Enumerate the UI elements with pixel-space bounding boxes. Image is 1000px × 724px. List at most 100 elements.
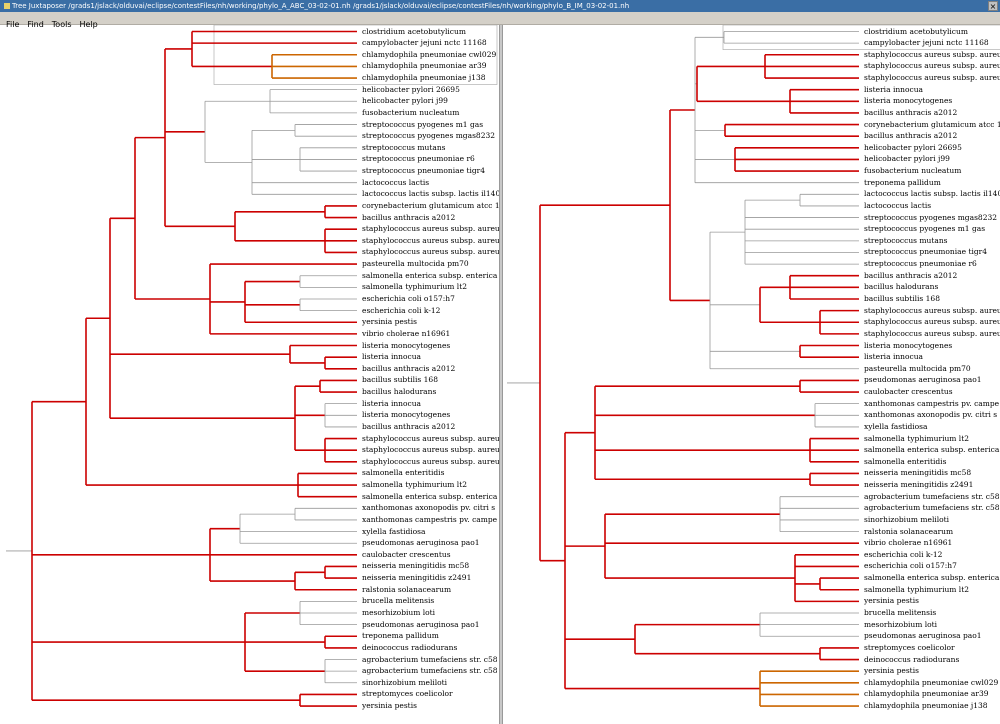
leaf-label[interactable]: caulobacter crescentus <box>864 387 953 397</box>
leaf-label[interactable]: staphylococcus aureus subsp. aureu <box>362 224 499 234</box>
leaf-label[interactable]: xylella fastidiosa <box>362 527 426 537</box>
leaf-label[interactable]: streptococcus pyogenes m1 gas <box>362 120 483 130</box>
leaf-label[interactable]: helicobacter pylori j99 <box>362 96 448 106</box>
leaf-label[interactable]: salmonella enterica subsp. enterica <box>864 573 999 583</box>
leaf-label[interactable]: bacillus anthracis a2012 <box>864 271 957 281</box>
leaf-label[interactable]: xanthomonas axonopodis pv. citri s <box>362 503 495 513</box>
leaf-label[interactable]: neisseria meningitidis z2491 <box>362 573 471 583</box>
leaf-label[interactable]: treponema pallidum <box>362 631 439 641</box>
leaf-label[interactable]: staphylococcus aureus subsp. aureu <box>864 50 1000 60</box>
leaf-label[interactable]: lactococcus lactis subsp. lactis il140 <box>362 189 499 199</box>
leaf-label[interactable]: agrobacterium tumefaciens str. c58 <box>362 655 498 665</box>
leaf-label[interactable]: salmonella enterica subsp. enterica <box>864 445 999 455</box>
leaf-label[interactable]: brucella melitensis <box>362 596 434 606</box>
leaf-label[interactable]: salmonella typhimurium lt2 <box>864 434 969 444</box>
leaf-label[interactable]: escherichia coli o157:h7 <box>362 294 455 304</box>
leaf-label[interactable]: lactococcus lactis <box>362 178 429 188</box>
leaf-label[interactable]: bacillus subtilis 168 <box>362 375 438 385</box>
leaf-label[interactable]: bacillus anthracis a2012 <box>362 213 455 223</box>
leaf-label[interactable]: bacillus anthracis a2012 <box>362 364 455 374</box>
leaf-label[interactable]: streptococcus pneumoniae r6 <box>362 154 475 164</box>
leaf-label[interactable]: corynebacterium glutamicum atcc 1 <box>362 201 499 211</box>
leaf-label[interactable]: bacillus anthracis a2012 <box>362 422 455 432</box>
leaf-label[interactable]: lactococcus lactis <box>864 201 931 211</box>
leaf-label[interactable]: pseudomonas aeruginosa pao1 <box>864 375 982 385</box>
leaf-label[interactable]: neisseria meningitidis z2491 <box>864 480 973 490</box>
leaf-label[interactable]: salmonella enteritidis <box>362 468 444 478</box>
leaf-label[interactable]: bacillus halodurans <box>362 387 436 397</box>
leaf-label[interactable]: staphylococcus aureus subsp. aureu <box>362 445 499 455</box>
leaf-label[interactable]: pseudomonas aeruginosa pao1 <box>864 631 982 641</box>
leaf-label[interactable]: salmonella typhimurium lt2 <box>362 480 467 490</box>
leaf-label[interactable]: streptococcus mutans <box>362 143 446 153</box>
leaf-label[interactable]: streptococcus pneumoniae tigr4 <box>362 166 485 176</box>
leaf-label[interactable]: caulobacter crescentus <box>362 550 451 560</box>
right-tree-panel[interactable]: clostridium acetobutylicum campylobacter … <box>503 25 1000 724</box>
leaf-label[interactable]: mesorhizobium loti <box>864 620 937 630</box>
leaf-label[interactable]: staphylococcus aureus subsp. aureu <box>362 247 499 257</box>
leaf-label[interactable]: chlamydophila pneumoniae ar39 <box>864 689 989 699</box>
leaf-label[interactable]: streptococcus pyogenes mgas8232 <box>362 131 495 141</box>
leaf-label[interactable]: escherichia coli k-12 <box>362 306 440 316</box>
leaf-label[interactable]: staphylococcus aureus subsp. aureu <box>362 457 499 467</box>
leaf-label[interactable]: fusobacterium nucleatum <box>362 108 459 118</box>
leaf-label[interactable]: pasteurella multocida pm70 <box>864 364 971 374</box>
leaf-label[interactable]: yersinia pestis <box>864 666 919 676</box>
leaf-label[interactable]: chlamydophila pneumoniae cwl029 <box>864 678 998 688</box>
leaf-label[interactable]: pseudomonas aeruginosa pao1 <box>362 538 480 548</box>
leaf-label[interactable]: vibrio cholerae n16961 <box>864 538 952 548</box>
leaf-label[interactable]: xanthomonas axonopodis pv. citri s <box>864 410 997 420</box>
leaf-label[interactable]: bacillus anthracis a2012 <box>864 131 957 141</box>
leaf-label[interactable]: bacillus subtilis 168 <box>864 294 940 304</box>
leaf-label[interactable]: yersinia pestis <box>362 317 417 327</box>
leaf-label[interactable]: streptococcus pneumoniae tigr4 <box>864 247 987 257</box>
leaf-label[interactable]: neisseria meningitidis mc58 <box>864 468 971 478</box>
leaf-label[interactable]: lactococcus lactis subsp. lactis il140 <box>864 189 1000 199</box>
leaf-label[interactable]: xanthomonas campestris pv. campe <box>362 515 497 525</box>
leaf-label[interactable]: corynebacterium glutamicum atcc 1 <box>864 120 1000 130</box>
leaf-label[interactable]: salmonella enterica subsp. enterica <box>362 271 497 281</box>
leaf-label[interactable]: streptomyces coelicolor <box>362 689 453 699</box>
leaf-label[interactable]: listeria innocua <box>362 352 421 362</box>
leaf-label[interactable]: mesorhizobium loti <box>362 608 435 618</box>
leaf-label[interactable]: chlamydophila pneumoniae ar39 <box>362 61 487 71</box>
leaf-label[interactable]: listeria monocytogenes <box>864 96 952 106</box>
leaf-label[interactable]: listeria innocua <box>864 352 923 362</box>
leaf-label[interactable]: yersinia pestis <box>864 596 919 606</box>
leaf-label[interactable]: campylobacter jejuni nctc 11168 <box>864 38 989 48</box>
leaf-label[interactable]: agrobacterium tumefaciens str. c58 <box>864 503 1000 513</box>
leaf-label[interactable]: salmonella enteritidis <box>864 457 946 467</box>
leaf-label[interactable]: agrobacterium tumefaciens str. c58 <box>362 666 498 676</box>
leaf-label[interactable]: salmonella typhimurium lt2 <box>362 282 467 292</box>
leaf-label[interactable]: pasteurella multocida pm70 <box>362 259 469 269</box>
leaf-label[interactable]: clostridium acetobutylicum <box>864 27 968 37</box>
leaf-label[interactable]: campylobacter jejuni nctc 11168 <box>362 38 487 48</box>
leaf-label[interactable]: sinorhizobium meliloti <box>362 678 447 688</box>
leaf-label[interactable]: agrobacterium tumefaciens str. c58 <box>864 492 1000 502</box>
leaf-label[interactable]: treponema pallidum <box>864 178 941 188</box>
leaf-label[interactable]: staphylococcus aureus subsp. aureu <box>362 236 499 246</box>
leaf-label[interactable]: ralstonia solanacearum <box>362 585 451 595</box>
leaf-label[interactable]: sinorhizobium meliloti <box>864 515 949 525</box>
leaf-label[interactable]: helicobacter pylori 26695 <box>864 143 962 153</box>
leaf-label[interactable]: staphylococcus aureus subsp. aureu <box>864 317 1000 327</box>
leaf-label[interactable]: fusobacterium nucleatum <box>864 166 961 176</box>
leaf-label[interactable]: staphylococcus aureus subsp. aureu <box>864 61 1000 71</box>
leaf-label[interactable]: helicobacter pylori j99 <box>864 154 950 164</box>
leaf-label[interactable]: bacillus anthracis a2012 <box>864 108 957 118</box>
leaf-label[interactable]: chlamydophila pneumoniae j138 <box>864 701 988 711</box>
leaf-label[interactable]: listeria innocua <box>864 85 923 95</box>
leaf-label[interactable]: listeria monocytogenes <box>362 341 450 351</box>
leaf-label[interactable]: salmonella enterica subsp. enterica <box>362 492 497 502</box>
leaf-label[interactable]: xylella fastidiosa <box>864 422 928 432</box>
leaf-label[interactable]: ralstonia solanacearum <box>864 527 953 537</box>
leaf-label[interactable]: streptomyces coelicolor <box>864 643 955 653</box>
leaf-label[interactable]: bacillus halodurans <box>864 282 938 292</box>
leaf-label[interactable]: clostridium acetobutylicum <box>362 27 466 37</box>
leaf-label[interactable]: vibrio cholerae n16961 <box>362 329 450 339</box>
leaf-label[interactable]: streptococcus mutans <box>864 236 948 246</box>
leaf-label[interactable]: yersinia pestis <box>362 701 417 711</box>
leaf-label[interactable]: streptococcus pneumoniae r6 <box>864 259 977 269</box>
leaf-label[interactable]: escherichia coli o157:h7 <box>864 561 957 571</box>
leaf-label[interactable]: brucella melitensis <box>864 608 936 618</box>
